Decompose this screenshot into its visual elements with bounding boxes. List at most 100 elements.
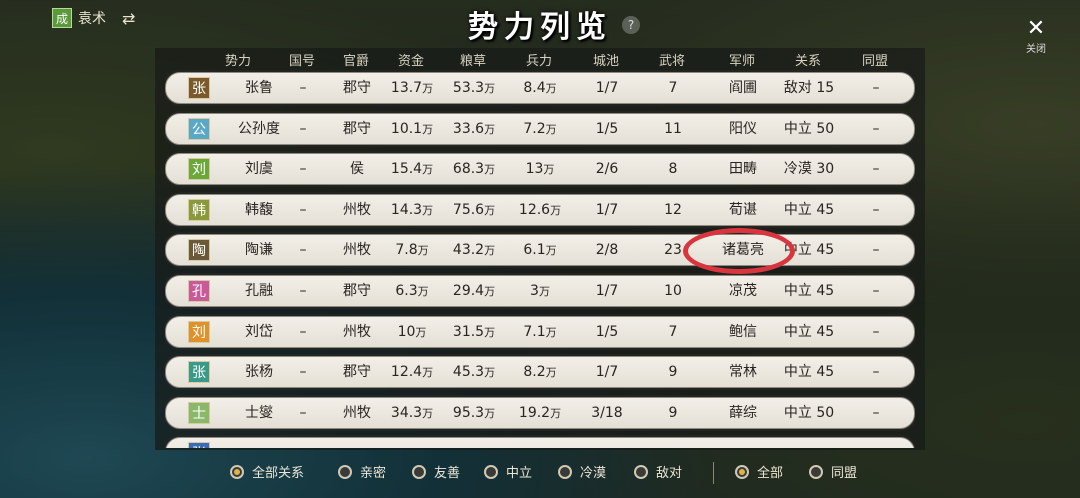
faction-list[interactable]: 张张鲁 – 郡守 13.7万 53.3万 8.4万 1/7 7 阎圃 敌对 15– 公公孙度 – 郡守 1… xyxy=(165,70,915,448)
header-grain[interactable]: 粮草 xyxy=(460,50,486,69)
filter-friendly[interactable]: 友善 xyxy=(412,462,460,481)
unit-label: 万 xyxy=(543,163,555,177)
header-faction[interactable]: 势力 xyxy=(225,50,251,69)
troops-value: 3万 xyxy=(530,276,550,306)
advisor-name: 田畴 xyxy=(729,161,757,178)
relation-value: 敌对 15 xyxy=(783,80,835,96)
faction-name: 士燮 xyxy=(245,404,273,421)
table-row[interactable]: 刘刘虞 – 侯 15.4万 68.3万 13万 2/6 8 田畴 冷漠 30– xyxy=(165,153,915,186)
unit-label: 万 xyxy=(417,244,429,258)
faction-tag: 士 xyxy=(188,401,210,424)
unit-label: 万 xyxy=(538,285,550,298)
cell-number: 19.2 xyxy=(518,404,551,421)
kingdom-name: – xyxy=(299,201,307,218)
troops-value: 7.2万 xyxy=(523,114,556,144)
header-alliance[interactable]: 同盟 xyxy=(862,50,888,69)
cell-number: 10.1 xyxy=(390,120,423,137)
kingdom-name: – xyxy=(299,161,307,178)
header-cities[interactable]: 城池 xyxy=(593,50,619,69)
grain-value: 53.3万 xyxy=(453,73,495,103)
table-row[interactable]: 刘刘岱 – 州牧 10万 31.5万 7.1万 1/5 7 鲍信 中立 45– xyxy=(165,315,915,348)
radio-icon xyxy=(634,464,648,479)
table-row[interactable]: 张张杨 – 郡守 12.4万 45.3万 8.2万 1/7 9 常林 中立 45– xyxy=(165,356,915,389)
alliance-value: – xyxy=(872,323,880,340)
troops-value: 7.1万 xyxy=(523,317,556,347)
official-rank: 郡守 xyxy=(343,80,371,96)
funds-value: 12.4万 xyxy=(391,357,433,387)
filter-label: 全部关系 xyxy=(252,466,305,481)
unit-label: 万 xyxy=(484,285,496,298)
generals-count: 9 xyxy=(668,404,678,421)
filter-bar: 全部关系 亲密 友善 中立 冷漠 敌对 全部 同盟 xyxy=(0,452,1080,492)
grain-value: 33.6万 xyxy=(453,114,495,144)
official-rank: 州牧 xyxy=(343,201,371,218)
official-rank: 州牧 xyxy=(343,242,371,259)
alliance-value: – xyxy=(872,242,880,259)
unit-label: 万 xyxy=(484,366,496,380)
unit-label: 万 xyxy=(422,203,434,217)
troops-value: 13万 xyxy=(526,154,555,184)
filter-cold[interactable]: 冷漠 xyxy=(558,462,606,481)
table-row[interactable]: 张张鲁 – 郡守 13.7万 53.3万 8.4万 1/7 7 阎圃 敌对 15– xyxy=(165,72,915,104)
faction-tag: 孔 xyxy=(188,280,210,302)
cell-number: 13 xyxy=(525,161,544,178)
unit-label: 万 xyxy=(545,82,557,95)
faction-tag: 韩 xyxy=(188,198,210,221)
filter-hostile[interactable]: 敌对 xyxy=(634,462,682,481)
cell-number: 7.8 xyxy=(395,242,418,259)
table-row[interactable]: 陶陶谦 – 州牧 7.8万 43.2万 6.1万 2/8 23 诸葛亮 中立 45– xyxy=(165,234,915,267)
grain-value: 43.2万 xyxy=(453,235,495,265)
table-row[interactable]: 士士燮 – 州牧 34.3万 95.3万 19.2万 3/18 9 薛综 中立 50– xyxy=(165,396,915,429)
filter-allied[interactable]: 同盟 xyxy=(809,462,857,481)
cities-value: 1/7 xyxy=(595,80,619,96)
cell-number: 13.7 xyxy=(390,80,423,96)
faction-tag: 张 xyxy=(188,77,210,99)
faction-name: 刘岱 xyxy=(245,323,273,340)
cell-number: 29.4 xyxy=(452,283,485,299)
table-row[interactable]: 孔孔融 – 郡守 6.3万 29.4万 3万 1/7 10 凉茂 中立 45– xyxy=(165,275,915,307)
grain-value: 31.5万 xyxy=(453,317,495,347)
generals-count: 11 xyxy=(664,120,682,137)
faction-tag: 刘 xyxy=(188,320,210,343)
troops-value: 6.1万 xyxy=(523,235,556,265)
filter-label: 冷漠 xyxy=(580,466,607,481)
faction-tag: 张 xyxy=(188,361,210,384)
filter-all-relations[interactable]: 全部关系 xyxy=(230,462,304,481)
generals-count: 7 xyxy=(668,80,678,96)
filter-all-alliances[interactable]: 全部 xyxy=(735,462,783,481)
unit-label: 万 xyxy=(550,406,562,420)
radio-icon xyxy=(230,464,244,479)
header-relation[interactable]: 关系 xyxy=(795,50,821,69)
unit-label: 万 xyxy=(545,325,557,339)
kingdom-name: – xyxy=(299,242,307,259)
official-rank: 州牧 xyxy=(343,404,371,421)
header-troops[interactable]: 兵力 xyxy=(526,50,552,69)
unit-label: 万 xyxy=(417,285,429,298)
unit-label: 万 xyxy=(545,122,557,136)
header-rank[interactable]: 官爵 xyxy=(343,50,369,69)
troops-value: 12.6万 xyxy=(519,195,561,225)
header-generals[interactable]: 武将 xyxy=(659,50,685,69)
header-kingdom[interactable]: 国号 xyxy=(289,50,315,69)
funds-value: 14.3万 xyxy=(391,195,433,225)
table-row[interactable]: 韩韩馥 – 州牧 14.3万 75.6万 12.6万 1/7 12 荀谌 中立 45– xyxy=(165,193,915,226)
advisor-name: 阎圃 xyxy=(729,80,757,96)
funds-value: 34.3万 xyxy=(391,398,433,428)
advisor-name: 鲍信 xyxy=(729,323,757,340)
table-row[interactable]: 公公孙度 – 郡守 10.1万 33.6万 7.2万 1/5 11 阳仪 中立 50– xyxy=(165,112,915,145)
help-icon[interactable]: ? xyxy=(622,16,640,34)
advisor-name: 凉茂 xyxy=(729,283,757,299)
unit-label: 万 xyxy=(550,203,562,217)
unit-label: 万 xyxy=(422,122,434,136)
cities-value: 1/7 xyxy=(595,364,619,381)
radio-icon xyxy=(809,464,823,479)
table-row[interactable]: 张 xyxy=(165,437,915,448)
filter-neutral[interactable]: 中立 xyxy=(484,462,532,481)
filter-intimate[interactable]: 亲密 xyxy=(338,462,386,481)
unit-label: 万 xyxy=(484,406,496,420)
header-funds[interactable]: 资金 xyxy=(398,50,424,69)
unit-label: 万 xyxy=(422,406,434,420)
alliance-value: – xyxy=(872,283,880,299)
cell-number: 31.5 xyxy=(452,323,485,340)
header-advisor[interactable]: 军师 xyxy=(729,50,755,69)
